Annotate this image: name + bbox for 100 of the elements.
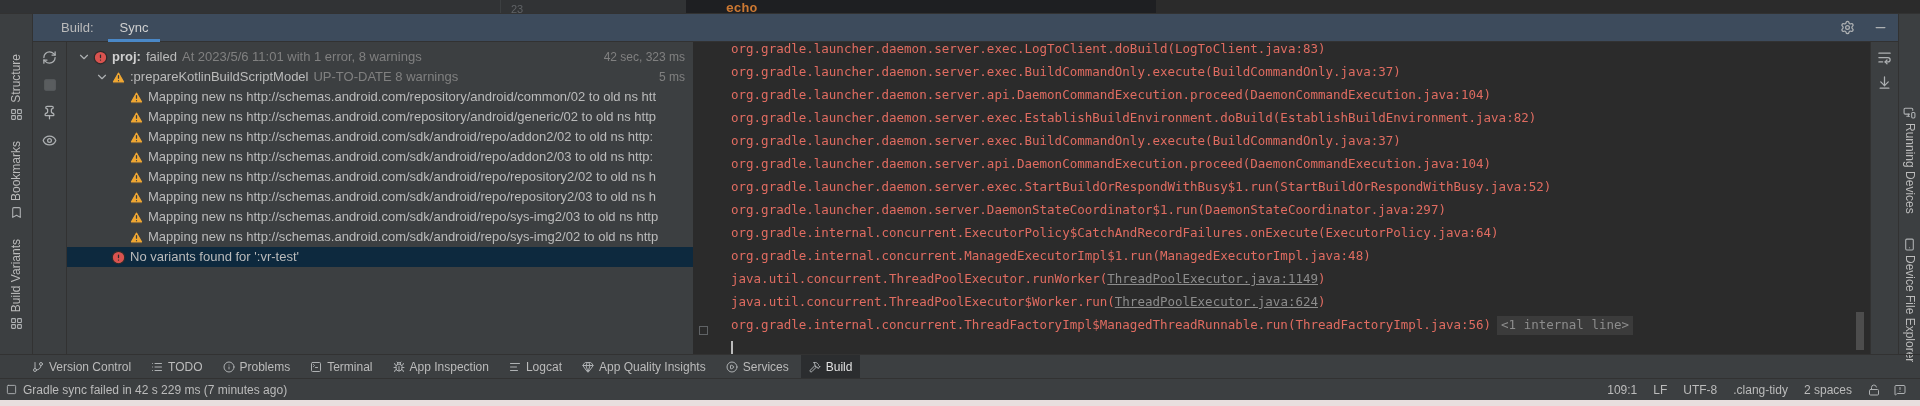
tree-row[interactable]: Mapping new ns http://schemas.android.com/sdk/android/repo/sys-img2/02 to old ns http bbox=[67, 227, 693, 247]
side-tab[interactable]: Running Devices bbox=[1900, 106, 1919, 214]
status-item[interactable]: UTF-8 bbox=[1683, 380, 1718, 399]
status-item[interactable]: 109:1 bbox=[1607, 380, 1638, 399]
tool-tab[interactable]: Problems bbox=[214, 354, 299, 379]
wrap-icon[interactable] bbox=[1877, 50, 1892, 65]
tab[interactable]: Sync bbox=[107, 13, 161, 42]
warning-icon bbox=[129, 229, 144, 245]
node-label: Mapping new ns http://schemas.android.com/sdk/android/repo/repository2/02 to old ns h bbox=[148, 168, 656, 187]
warning-icon bbox=[129, 169, 144, 185]
pin-icon[interactable] bbox=[42, 105, 57, 120]
console-line: java.util.concurrent.ThreadPoolExecutor.runWorker( bbox=[731, 270, 1108, 289]
console-line: org.gradle.launcher.daemon.server.exec.EstablishBuildEnvironment.doBuild(EstablishBuildEnvironment.java:82) bbox=[731, 109, 1537, 128]
console-line: org.gradle.launcher.daemon.server.api.DaemonCommandExecution.proceed(DaemonCommandExecution.java:104) bbox=[731, 155, 1492, 174]
warning-icon bbox=[129, 149, 144, 165]
text-cursor bbox=[731, 341, 733, 354]
warning-icon bbox=[129, 89, 144, 105]
node-label: :prepareKotlinBuildScriptModel bbox=[130, 68, 309, 87]
scroll-end-icon[interactable] bbox=[1877, 75, 1892, 90]
node-label: Mapping new ns http://schemas.android.com/repository/android/generic/02 to old ns http bbox=[148, 108, 656, 127]
lines-icon bbox=[508, 360, 521, 373]
branch-icon bbox=[32, 360, 44, 373]
devices-icon bbox=[1903, 106, 1916, 119]
tool-tab[interactable]: Terminal bbox=[302, 354, 381, 379]
eye-icon[interactable] bbox=[42, 133, 57, 148]
tree-row[interactable]: Mapping new ns http://schemas.android.com/repository/android/generic/02 to old ns http bbox=[67, 107, 693, 127]
node-name: proj: bbox=[112, 48, 141, 67]
warning-icon bbox=[129, 129, 144, 145]
info-icon bbox=[222, 360, 235, 373]
fold-icon[interactable] bbox=[698, 326, 708, 335]
list-icon bbox=[151, 360, 164, 373]
error-icon bbox=[93, 49, 108, 65]
console-line: java.util.concurrent.ThreadPoolExecutor$Worker.run( bbox=[731, 293, 1115, 312]
console-line: org.gradle.launcher.daemon.server.exec.StartBuildOrRespondWithBusy$1.run(StartBuildOrRespondWithBusy.java:52) bbox=[731, 178, 1552, 197]
panel-title: Build: bbox=[61, 18, 94, 37]
console-line: org.gradle.launcher.daemon.server.exec.BuildCommandOnly.execute(BuildCommandOnly.java:37) bbox=[731, 63, 1401, 82]
tree-row[interactable]: Mapping new ns http://schemas.android.com/sdk/android/repo/addon2/02 to old ns http: bbox=[67, 127, 693, 147]
console-line: ) bbox=[1318, 293, 1326, 312]
side-tab[interactable]: Build Variants bbox=[7, 238, 25, 330]
refresh-icon[interactable] bbox=[42, 50, 57, 65]
tool-tab[interactable]: App Quality Insights bbox=[573, 354, 714, 379]
warning-icon bbox=[129, 109, 144, 125]
node-time: 42 sec, 323 ms bbox=[603, 49, 685, 66]
lock-icon[interactable] bbox=[1868, 383, 1880, 396]
node-detail: UP-TO-DATE 8 warnings bbox=[313, 68, 459, 87]
scrollbar-thumb[interactable] bbox=[1856, 312, 1864, 350]
warning-icon bbox=[129, 189, 144, 205]
notification-icon[interactable] bbox=[1894, 383, 1906, 396]
tree-row[interactable]: Mapping new ns http://schemas.android.com/sdk/android/repo/repository2/03 to old ns h bbox=[67, 187, 693, 207]
grid-icon bbox=[9, 316, 23, 330]
phone-icon bbox=[1903, 237, 1916, 251]
code-text: echo bbox=[726, 2, 758, 13]
tool-tab[interactable]: TODO bbox=[143, 354, 211, 379]
warning-icon bbox=[111, 69, 126, 85]
tool-tab[interactable]: Logcat bbox=[500, 354, 570, 379]
console-line: org.gradle.launcher.daemon.server.api.DaemonCommandExecution.proceed(DaemonCommandExecution.java:104) bbox=[731, 86, 1492, 105]
error-icon bbox=[111, 249, 126, 265]
node-label: Mapping new ns http://schemas.android.com/repository/android/common/02 to old ns htt bbox=[148, 88, 656, 107]
tree-row[interactable]: Mapping new ns http://schemas.android.com/repository/android/common/02 to old ns htt bbox=[67, 87, 693, 107]
node-time: 5 ms bbox=[659, 69, 685, 86]
tree-row[interactable]: proj: failed At 2023/5/6 11:01 with 1 error, 8 warnings 42 sec, 323 ms bbox=[67, 47, 693, 67]
node-label: failed bbox=[145, 48, 177, 67]
terminal-icon bbox=[310, 360, 323, 373]
node-label: No variants found for ':vr-test' bbox=[130, 248, 299, 267]
panel-toggle-icon[interactable] bbox=[6, 384, 17, 395]
node-label: Mapping new ns http://schemas.android.com/sdk/android/repo/sys-img2/03 to old ns http bbox=[148, 208, 659, 227]
console-line: org.gradle.internal.concurrent.ThreadFactoryImpl$ManagedThreadRunnable.run(ThreadFactoryImpl.java:56) bbox=[731, 316, 1492, 335]
side-tab[interactable]: Device File Explorer bbox=[1900, 237, 1919, 363]
node-label: Mapping new ns http://schemas.android.com/sdk/android/repo/repository2/03 to old ns h bbox=[148, 188, 656, 207]
bug-icon bbox=[392, 360, 405, 373]
node-detail: At 2023/5/6 11:01 with 1 error, 8 warnings bbox=[181, 48, 422, 67]
tree-row[interactable]: :prepareKotlinBuildScriptModel UP-TO-DATE 8 warnings 5 ms bbox=[67, 67, 693, 87]
tool-tab[interactable]: Services bbox=[717, 354, 797, 379]
tool-tab[interactable]: Build bbox=[800, 354, 861, 379]
warning-icon bbox=[129, 209, 144, 225]
tool-tab[interactable]: Version Control bbox=[24, 354, 140, 379]
console-line: org.gradle.internal.concurrent.ManagedExecutorImpl$1.run(ManagedExecutorImpl.java:48) bbox=[731, 247, 1371, 266]
play-icon bbox=[725, 360, 738, 373]
console-line: org.gradle.internal.concurrent.ExecutorPolicy$CatchAndRecordFailures.onExecute(ExecutorPolicy.java:64) bbox=[731, 224, 1499, 243]
side-tab[interactable]: Structure bbox=[7, 54, 25, 121]
node-label: Mapping new ns http://schemas.android.com/sdk/android/repo/addon2/02 to old ns http: bbox=[148, 128, 654, 147]
source-link[interactable]: ThreadPoolExecutor.java:624 bbox=[1114, 293, 1318, 312]
tree-row[interactable]: Mapping new ns http://schemas.android.com/sdk/android/repo/repository2/02 to old ns h bbox=[67, 167, 693, 187]
settings-icon[interactable] bbox=[1840, 20, 1855, 35]
node-label: Mapping new ns http://schemas.android.com/sdk/android/repo/sys-img2/02 to old ns http bbox=[148, 228, 659, 247]
hammer-icon bbox=[808, 360, 821, 373]
tree-row[interactable]: No variants found for ':vr-test' bbox=[67, 247, 693, 267]
console-line: org.gradle.launcher.daemon.server.exec.LogToClient.doBuild(LogToClient.java:83) bbox=[731, 40, 1326, 59]
tree-row[interactable]: Mapping new ns http://schemas.android.com/sdk/android/repo/addon2/03 to old ns http: bbox=[67, 147, 693, 167]
status-item[interactable]: .clang-tidy bbox=[1733, 380, 1788, 399]
status-item[interactable]: LF bbox=[1653, 380, 1668, 399]
status-item[interactable]: 2 spaces bbox=[1803, 380, 1852, 399]
console-line: org.gradle.launcher.daemon.server.exec.BuildCommandOnly.execute(BuildCommandOnly.java:37) bbox=[731, 132, 1401, 151]
source-link[interactable]: ThreadPoolExecutor.java:1149 bbox=[1107, 270, 1318, 289]
side-tab[interactable]: Bookmarks bbox=[7, 140, 25, 219]
tool-tab[interactable]: App Inspection bbox=[384, 354, 497, 379]
console-line: org.gradle.launcher.daemon.server.DaemonStateCoordinator$1.run(DaemonStateCoordinator.java:297) bbox=[731, 201, 1446, 220]
tree-row[interactable]: Mapping new ns http://schemas.android.com/sdk/android/repo/sys-img2/03 to old ns http bbox=[67, 207, 693, 227]
node-label: Mapping new ns http://schemas.android.com/sdk/android/repo/addon2/03 to old ns http: bbox=[148, 148, 654, 167]
folded-lines[interactable]: <1 internal line> bbox=[1497, 316, 1634, 335]
